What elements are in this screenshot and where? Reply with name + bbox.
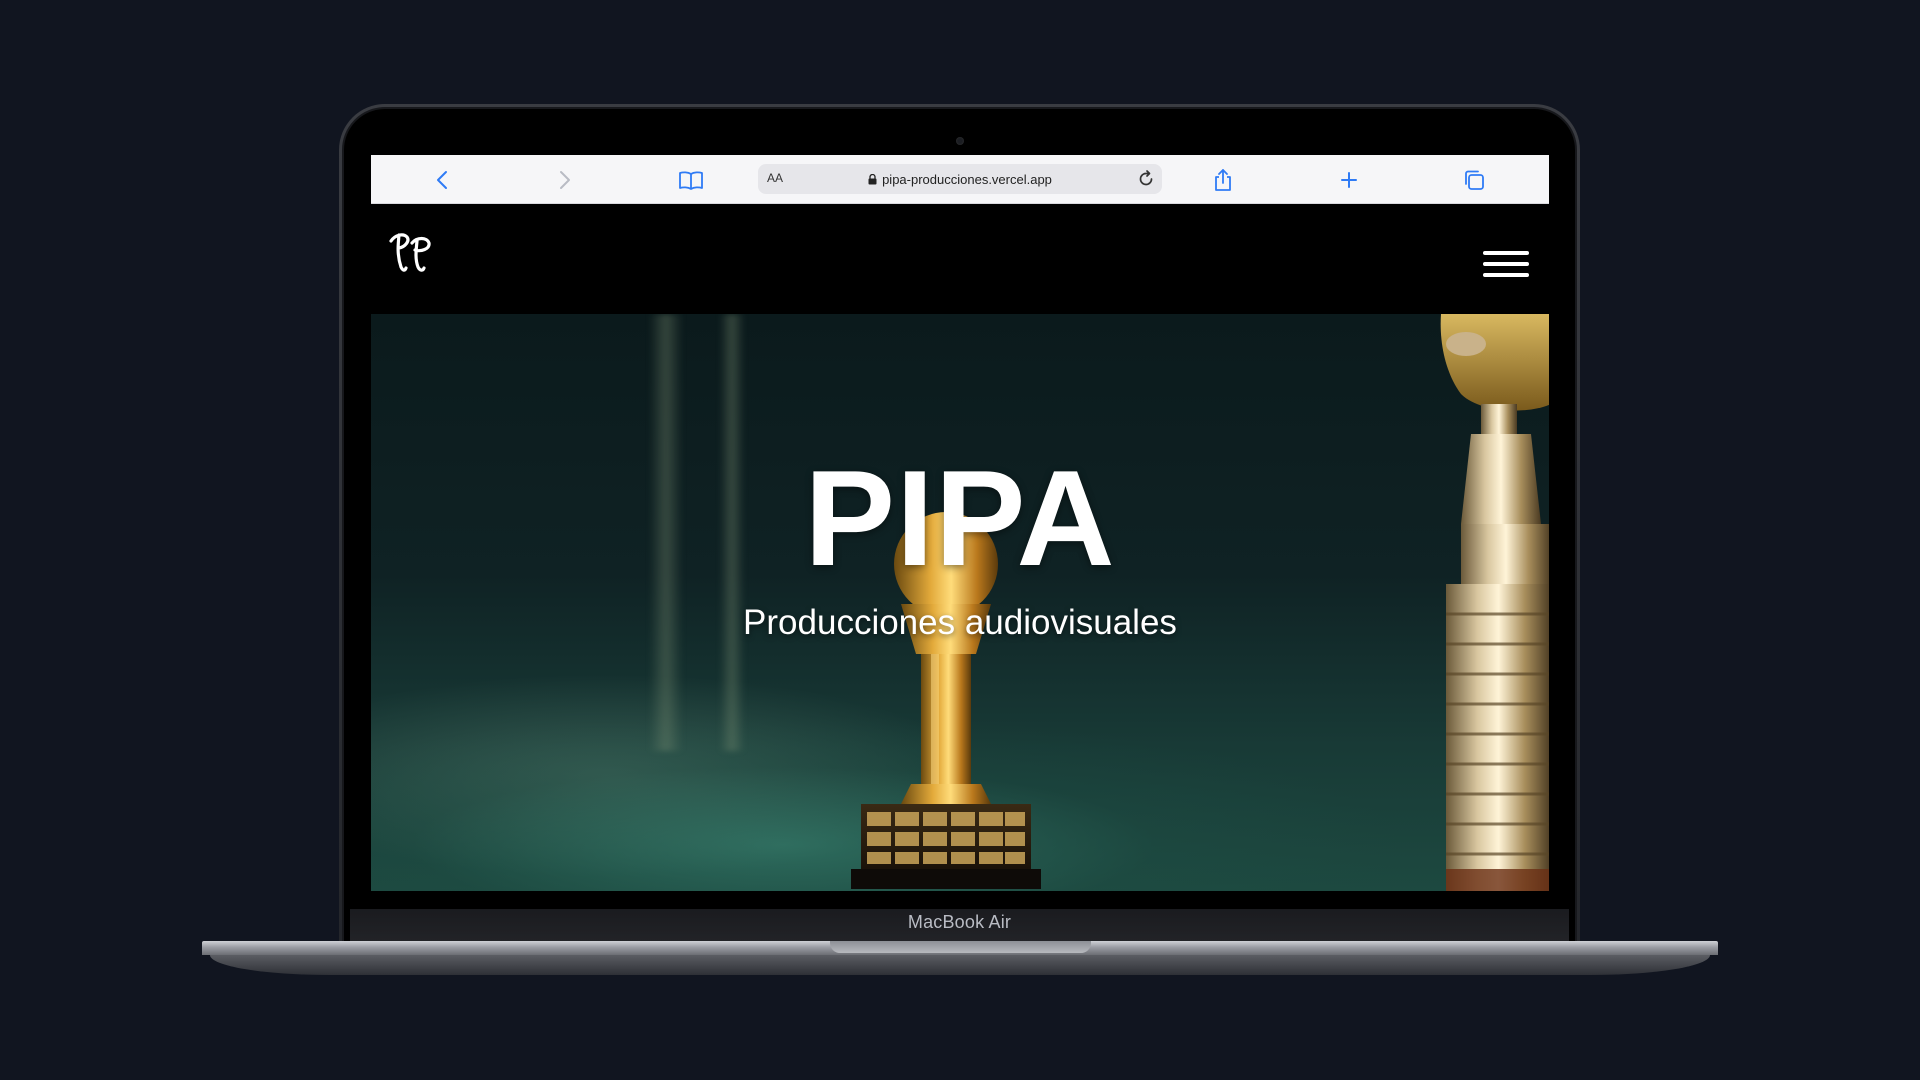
hero-title: PIPA [804, 442, 1116, 594]
reload-icon[interactable] [1136, 169, 1156, 189]
camera [955, 137, 964, 145]
pp-monogram-logo[interactable] [387, 227, 437, 279]
screen: AA pipa-producciones.vercel.app PIPA Pro… [371, 155, 1549, 891]
laptop-opening-notch [830, 941, 1091, 953]
url-text: pipa-producciones.vercel.app [882, 172, 1052, 187]
site-header [371, 205, 1549, 314]
url-display[interactable]: pipa-producciones.vercel.app [758, 172, 1162, 188]
share-icon[interactable] [1210, 167, 1236, 193]
device-label: MacBook Air [907, 912, 1012, 932]
trophy-image-right [1440, 314, 1549, 891]
address-bar[interactable]: AA pipa-producciones.vercel.app [758, 164, 1162, 194]
book-icon[interactable] [678, 167, 704, 193]
plus-icon[interactable] [1336, 167, 1362, 193]
hero-subtitle: Producciones audiovisuales [743, 603, 1177, 642]
browser-toolbar: AA pipa-producciones.vercel.app [371, 155, 1549, 204]
hamburger-menu-icon[interactable] [1483, 251, 1529, 281]
chevron-left-icon[interactable] [429, 167, 455, 193]
laptop-base-lip [210, 955, 1710, 975]
chevron-right-icon[interactable] [552, 167, 578, 193]
tabs-icon[interactable] [1461, 167, 1487, 193]
hero-section: PIPA Producciones audiovisuales [371, 314, 1549, 891]
lock-icon [868, 173, 877, 188]
